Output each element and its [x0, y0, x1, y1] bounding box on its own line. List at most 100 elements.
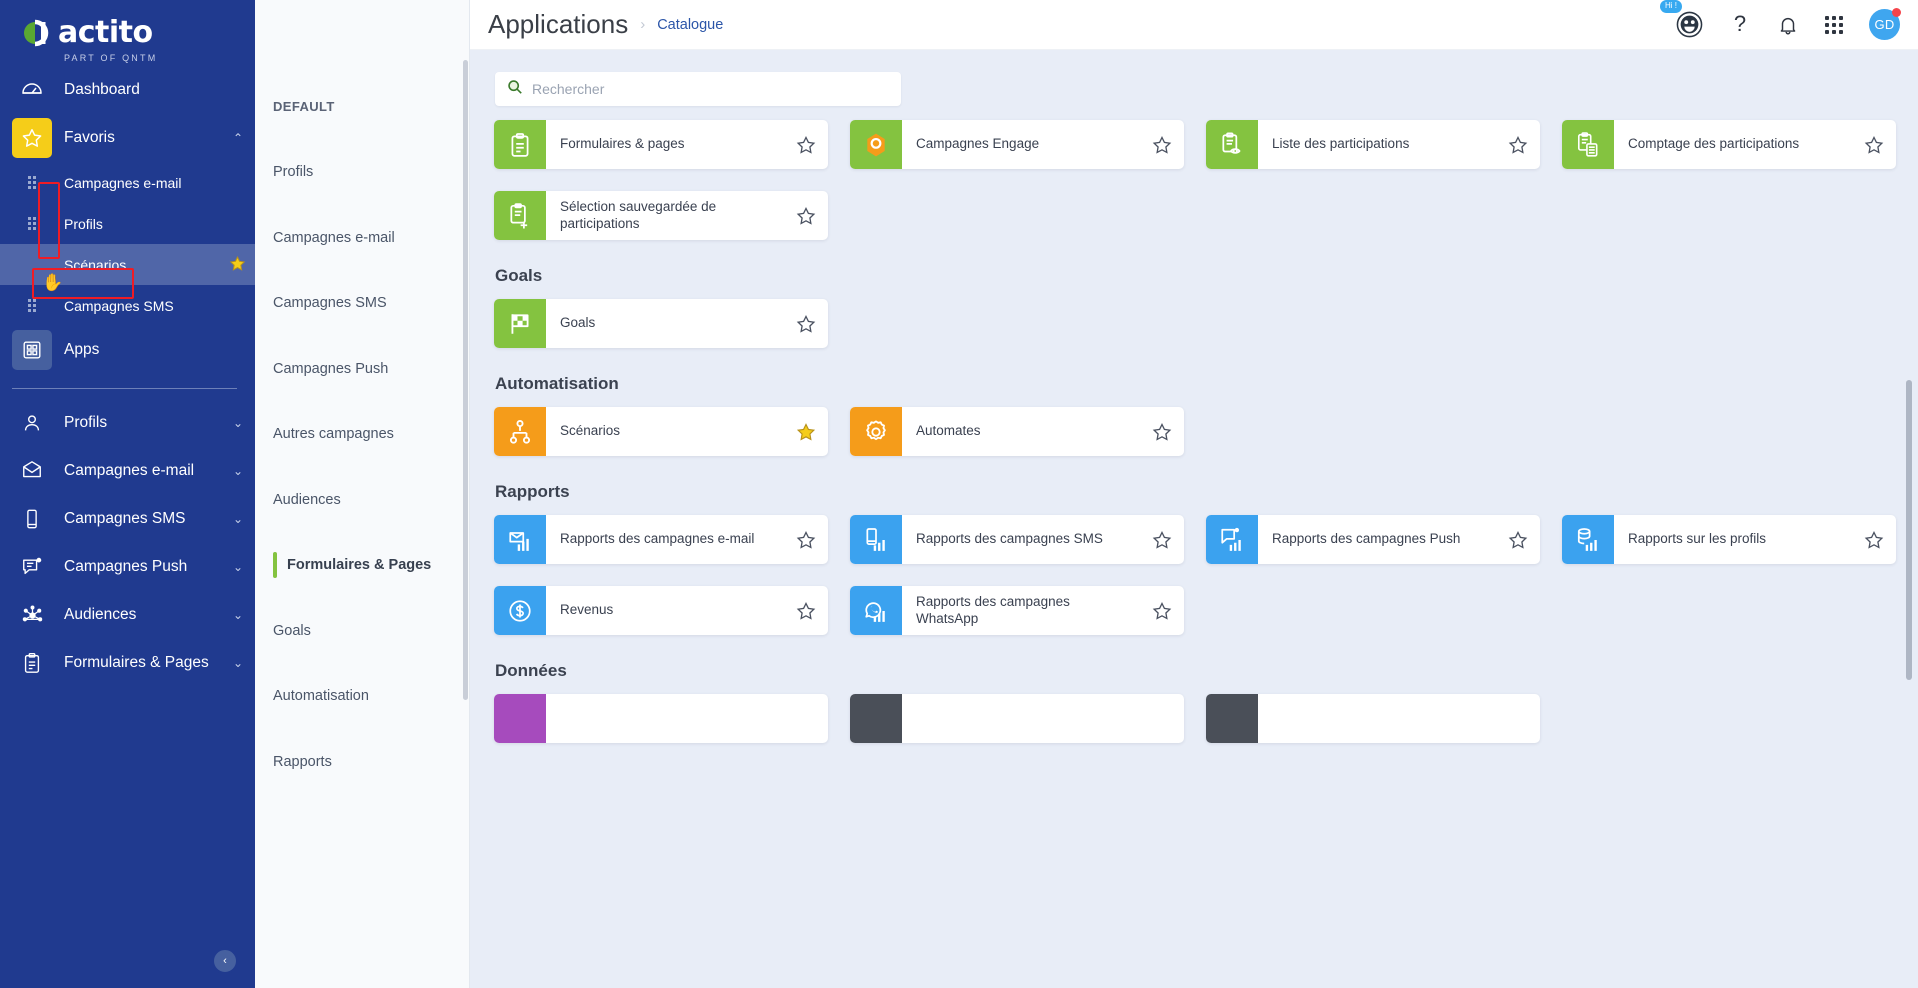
- phone-icon: [12, 499, 52, 539]
- category-item-formulaires-pages[interactable]: Formulaires & Pages: [255, 533, 469, 599]
- favorite-toggle-icon[interactable]: [1496, 120, 1540, 169]
- favorite-toggle-icon[interactable]: [1496, 515, 1540, 564]
- app-card-formulaires-pages[interactable]: Formulaires & pages: [494, 120, 828, 169]
- category-item-profils[interactable]: Profils: [255, 140, 469, 206]
- help-icon[interactable]: ?: [1729, 12, 1751, 37]
- favorite-toggle-icon[interactable]: [784, 515, 828, 564]
- app-card-donnees-1[interactable]: [494, 694, 828, 743]
- app-card-selection-sauvegardee[interactable]: Sélection sauvegardée de participations: [494, 191, 828, 240]
- app-card-scenarios[interactable]: Scénarios: [494, 407, 828, 456]
- app-card-label: Sélection sauvegardée de participations: [560, 199, 717, 231]
- primary-sidebar: actito PART OF QNTM Dashboard Favoris ⌃ …: [0, 0, 255, 988]
- sidebar-item-campagnes-email[interactable]: Campagnes e-mail ⌄: [0, 447, 255, 495]
- sidebar-fav-campagnes-email[interactable]: Campagnes e-mail: [0, 162, 255, 203]
- chevron-down-icon[interactable]: ⌄: [221, 512, 255, 526]
- category-scrollbar[interactable]: [463, 60, 468, 700]
- app-card-liste-participations[interactable]: Liste des participations: [1206, 120, 1540, 169]
- drag-handle-icon[interactable]: [12, 217, 52, 230]
- favorite-toggle-icon[interactable]: [1852, 120, 1896, 169]
- brand-logo[interactable]: actito PART OF QNTM: [0, 0, 255, 66]
- favorite-toggle-icon[interactable]: [1140, 407, 1184, 456]
- favorite-toggle-icon[interactable]: [1140, 586, 1184, 635]
- sidebar-fav-label: Campagnes e-mail: [64, 174, 182, 191]
- app-card-rapports-campagnes-sms[interactable]: Rapports des campagnes SMS: [850, 515, 1184, 564]
- star-icon: [12, 118, 52, 158]
- sidebar-fav-campagnes-sms[interactable]: Campagnes SMS: [0, 285, 255, 326]
- app-card-donnees-3[interactable]: [1206, 694, 1540, 743]
- sidebar-item-formulaires-pages[interactable]: Formulaires & Pages ⌄: [0, 639, 255, 687]
- app-card-donnees-2[interactable]: [850, 694, 1184, 743]
- sidebar-item-label: Formulaires & Pages: [64, 654, 209, 671]
- category-item-campagnes-email[interactable]: Campagnes e-mail: [255, 205, 469, 271]
- sidebar-item-audiences[interactable]: Audiences ⌄: [0, 591, 255, 639]
- chevron-down-icon[interactable]: ⌄: [221, 608, 255, 622]
- sidebar-fav-label: Campagnes SMS: [64, 297, 174, 314]
- drag-handle-icon[interactable]: [12, 299, 52, 312]
- sidebar-item-profils[interactable]: Profils ⌄: [0, 399, 255, 447]
- favorite-star-icon[interactable]: [219, 255, 255, 275]
- chevron-down-icon[interactable]: ⌄: [221, 656, 255, 670]
- category-item-campagnes-sms[interactable]: Campagnes SMS: [255, 271, 469, 337]
- brand-tagline: PART OF QNTM: [64, 53, 158, 63]
- category-item-autres-campagnes[interactable]: Autres campagnes: [255, 402, 469, 468]
- favorite-toggle-icon[interactable]: [1852, 515, 1896, 564]
- favorite-toggle-icon[interactable]: [1140, 694, 1184, 743]
- chevron-down-icon[interactable]: ⌄: [221, 560, 255, 574]
- search-input[interactable]: [532, 81, 889, 97]
- favorite-toggle-icon[interactable]: [784, 299, 828, 348]
- category-item-goals[interactable]: Goals: [255, 598, 469, 664]
- app-card-label: Formulaires & pages: [560, 136, 685, 152]
- category-item-default[interactable]: DEFAULT: [255, 74, 469, 140]
- app-card-rapports-campagnes-push[interactable]: Rapports des campagnes Push: [1206, 515, 1540, 564]
- app-card-rapports-campagnes-email[interactable]: Rapports des campagnes e-mail: [494, 515, 828, 564]
- category-item-campagnes-push[interactable]: Campagnes Push: [255, 336, 469, 402]
- sidebar-item-campagnes-push[interactable]: Campagnes Push ⌄: [0, 543, 255, 591]
- chat-assistant-icon[interactable]: Hi !: [1660, 0, 1703, 38]
- drag-handle-icon[interactable]: [12, 176, 52, 189]
- app-card-label: [1258, 694, 1496, 743]
- app-card-revenus[interactable]: Revenus: [494, 586, 828, 635]
- favorite-toggle-icon[interactable]: [784, 694, 828, 743]
- brand-name: actito: [58, 15, 153, 50]
- catalogue-scroll-container[interactable]: Formulaires & pages Campagnes Engage: [470, 50, 1918, 988]
- favorite-toggle-icon[interactable]: [1496, 694, 1540, 743]
- user-avatar[interactable]: GD: [1869, 8, 1901, 40]
- favorite-toggle-icon[interactable]: [784, 586, 828, 635]
- data-icon: [1206, 694, 1258, 743]
- sidebar-item-favoris[interactable]: Favoris ⌃: [0, 114, 255, 162]
- chevron-down-icon[interactable]: ⌄: [221, 464, 255, 478]
- favorite-toggle-icon[interactable]: [1140, 120, 1184, 169]
- favorite-toggle-icon[interactable]: [784, 120, 828, 169]
- sidebar-fav-profils[interactable]: Profils: [0, 203, 255, 244]
- favorite-toggle-icon[interactable]: [784, 407, 828, 456]
- chevron-down-icon[interactable]: ⌄: [221, 416, 255, 430]
- sidebar-item-dashboard[interactable]: Dashboard: [0, 66, 255, 114]
- sidebar-item-label: Campagnes Push: [64, 558, 188, 575]
- app-card-rapports-whatsapp[interactable]: Rapports des campagnes WhatsApp: [850, 586, 1184, 635]
- app-card-rapports-profils[interactable]: Rapports sur les profils: [1562, 515, 1896, 564]
- app-card-automates[interactable]: Automates: [850, 407, 1184, 456]
- dollar-icon: [494, 586, 546, 635]
- app-card-comptage-participations[interactable]: Comptage des participations: [1562, 120, 1896, 169]
- favorite-toggle-icon[interactable]: [1140, 515, 1184, 564]
- breadcrumb-catalogue-link[interactable]: Catalogue: [657, 17, 723, 33]
- app-card-label: Liste des participations: [1272, 136, 1410, 152]
- app-card-campagnes-engage[interactable]: Campagnes Engage: [850, 120, 1184, 169]
- category-item-automatisation[interactable]: Automatisation: [255, 664, 469, 730]
- favorite-toggle-icon[interactable]: [784, 191, 828, 240]
- sidebar-collapse-button[interactable]: ‹: [212, 948, 238, 974]
- search-box[interactable]: [495, 72, 901, 106]
- sidebar-fav-scenarios[interactable]: Scénarios: [0, 244, 255, 285]
- chevron-up-icon[interactable]: ⌃: [221, 131, 255, 145]
- app-switcher-grid-icon[interactable]: [1825, 15, 1843, 34]
- avatar-initials: GD: [1874, 17, 1895, 32]
- sidebar-item-campagnes-sms[interactable]: Campagnes SMS ⌄: [0, 495, 255, 543]
- search-icon: [507, 79, 523, 100]
- section-title-donnees: Données: [495, 661, 567, 680]
- notifications-bell-icon[interactable]: [1777, 13, 1799, 37]
- main-scrollbar[interactable]: [1906, 380, 1912, 680]
- category-item-rapports[interactable]: Rapports: [255, 729, 469, 795]
- sidebar-item-apps[interactable]: Apps: [0, 326, 255, 374]
- category-item-audiences[interactable]: Audiences: [255, 467, 469, 533]
- app-card-goals[interactable]: Goals: [494, 299, 828, 348]
